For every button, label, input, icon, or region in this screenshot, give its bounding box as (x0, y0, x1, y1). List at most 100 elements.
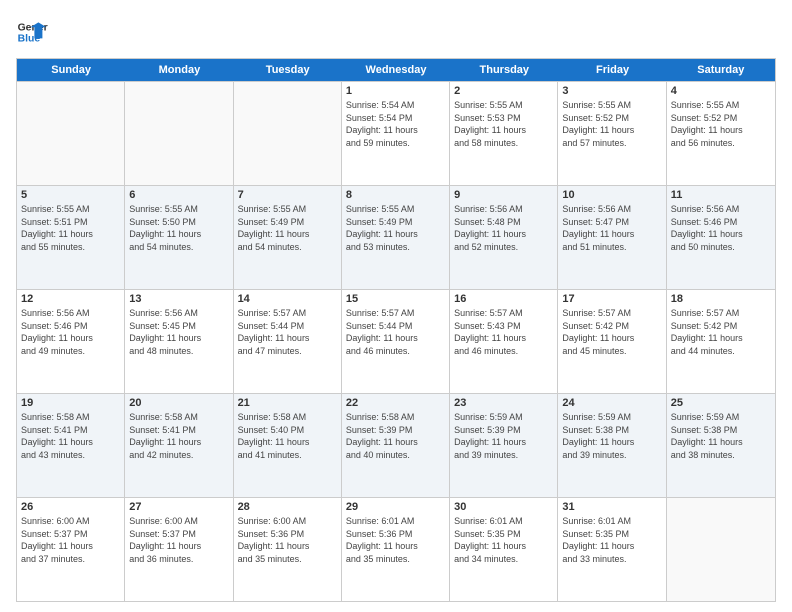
day-number: 7 (238, 189, 337, 201)
day-info: Sunrise: 5:55 AM Sunset: 5:52 PM Dayligh… (562, 99, 661, 149)
calendar-cell: 27Sunrise: 6:00 AM Sunset: 5:37 PM Dayli… (125, 498, 233, 601)
day-info: Sunrise: 5:57 AM Sunset: 5:42 PM Dayligh… (671, 307, 771, 357)
day-number: 1 (346, 85, 445, 97)
day-info: Sunrise: 5:58 AM Sunset: 5:41 PM Dayligh… (129, 411, 228, 461)
weekday-header: Sunday (17, 59, 125, 81)
calendar-row: 26 Sunrise: 6:00 AM Sunset: 5:37 PM Dayli… (17, 497, 775, 601)
calendar-cell: 17 Sunrise: 5:57 AM Sunset: 5:42 PM Dayli… (558, 290, 666, 393)
day-number: 21 (238, 397, 337, 409)
weekday-header: Wednesday (342, 59, 450, 81)
day-info: Sunrise: 5:54 AM Sunset: 5:54 PM Dayligh… (346, 99, 445, 149)
day-number: 30 (454, 501, 553, 513)
calendar-body: 1 Sunrise: 5:54 AM Sunset: 5:54 PM Daylig… (17, 81, 775, 601)
day-info: Sunrise: 5:56 AM Sunset: 5:47 PM Dayligh… (562, 203, 661, 253)
day-info: Sunrise: 5:55 AM Sunset: 5:50 PM Dayligh… (129, 203, 228, 253)
calendar-cell (667, 498, 775, 601)
calendar-cell: 15Sunrise: 5:57 AM Sunset: 5:44 PM Dayli… (342, 290, 450, 393)
day-info: Sunrise: 5:59 AM Sunset: 5:38 PM Dayligh… (671, 411, 771, 461)
day-number: 20 (129, 397, 228, 409)
day-number: 24 (562, 397, 661, 409)
calendar-cell: 13 Sunrise: 5:56 AM Sunset: 5:45 PM Dayli… (125, 290, 233, 393)
calendar-cell: 28Sunrise: 6:00 AM Sunset: 5:36 PM Dayli… (234, 498, 342, 601)
calendar-cell: 5 Sunrise: 5:55 AM Sunset: 5:51 PM Daylig… (17, 186, 125, 289)
calendar-cell (125, 82, 233, 185)
calendar-cell: 30 Sunrise: 6:01 AM Sunset: 5:35 PM Dayli… (450, 498, 558, 601)
day-number: 25 (671, 397, 771, 409)
day-info: Sunrise: 5:58 AM Sunset: 5:39 PM Dayligh… (346, 411, 445, 461)
day-number: 6 (129, 189, 228, 201)
calendar-cell: 8 Sunrise: 5:55 AM Sunset: 5:49 PM Daylig… (342, 186, 450, 289)
day-number: 22 (346, 397, 445, 409)
weekday-header: Saturday (667, 59, 775, 81)
calendar-cell (17, 82, 125, 185)
calendar-cell: 19 Sunrise: 5:58 AM Sunset: 5:41 PM Dayli… (17, 394, 125, 497)
logo: General Blue (16, 16, 48, 48)
day-number: 3 (562, 85, 661, 97)
day-number: 10 (562, 189, 661, 201)
calendar-cell: 23Sunrise: 5:59 AM Sunset: 5:39 PM Dayli… (450, 394, 558, 497)
calendar-row: 5 Sunrise: 5:55 AM Sunset: 5:51 PM Daylig… (17, 185, 775, 289)
logo-icon: General Blue (16, 16, 48, 48)
day-info: Sunrise: 6:00 AM Sunset: 5:36 PM Dayligh… (238, 515, 337, 565)
day-info: Sunrise: 5:56 AM Sunset: 5:46 PM Dayligh… (671, 203, 771, 253)
calendar-cell: 2Sunrise: 5:55 AM Sunset: 5:53 PM Daylig… (450, 82, 558, 185)
weekday-header: Monday (125, 59, 233, 81)
day-info: Sunrise: 5:57 AM Sunset: 5:44 PM Dayligh… (238, 307, 337, 357)
day-info: Sunrise: 5:58 AM Sunset: 5:41 PM Dayligh… (21, 411, 120, 461)
day-info: Sunrise: 6:01 AM Sunset: 5:35 PM Dayligh… (454, 515, 553, 565)
calendar-cell: 9 Sunrise: 5:56 AM Sunset: 5:48 PM Daylig… (450, 186, 558, 289)
day-number: 19 (21, 397, 120, 409)
day-number: 14 (238, 293, 337, 305)
day-info: Sunrise: 5:56 AM Sunset: 5:45 PM Dayligh… (129, 307, 228, 357)
calendar-cell: 22 Sunrise: 5:58 AM Sunset: 5:39 PM Dayli… (342, 394, 450, 497)
calendar-header: SundayMondayTuesdayWednesdayThursdayFrid… (17, 59, 775, 81)
day-number: 26 (21, 501, 120, 513)
calendar-cell: 26 Sunrise: 6:00 AM Sunset: 5:37 PM Dayli… (17, 498, 125, 601)
svg-text:General: General (18, 22, 48, 33)
day-info: Sunrise: 5:55 AM Sunset: 5:51 PM Dayligh… (21, 203, 120, 253)
day-info: Sunrise: 5:57 AM Sunset: 5:42 PM Dayligh… (562, 307, 661, 357)
day-number: 31 (562, 501, 661, 513)
calendar-cell: 3 Sunrise: 5:55 AM Sunset: 5:52 PM Daylig… (558, 82, 666, 185)
calendar-cell: 25 Sunrise: 5:59 AM Sunset: 5:38 PM Dayli… (667, 394, 775, 497)
day-number: 4 (671, 85, 771, 97)
header: General Blue (16, 16, 776, 48)
day-number: 13 (129, 293, 228, 305)
calendar-cell: 6 Sunrise: 5:55 AM Sunset: 5:50 PM Daylig… (125, 186, 233, 289)
calendar-cell: 12 Sunrise: 5:56 AM Sunset: 5:46 PM Dayli… (17, 290, 125, 393)
calendar-cell (234, 82, 342, 185)
calendar-cell: 21 Sunrise: 5:58 AM Sunset: 5:40 PM Dayli… (234, 394, 342, 497)
day-info: Sunrise: 6:01 AM Sunset: 5:35 PM Dayligh… (562, 515, 661, 565)
calendar-cell: 1 Sunrise: 5:54 AM Sunset: 5:54 PM Daylig… (342, 82, 450, 185)
calendar-row: 19 Sunrise: 5:58 AM Sunset: 5:41 PM Dayli… (17, 393, 775, 497)
day-info: Sunrise: 5:59 AM Sunset: 5:38 PM Dayligh… (562, 411, 661, 461)
calendar-cell: 14 Sunrise: 5:57 AM Sunset: 5:44 PM Dayli… (234, 290, 342, 393)
day-number: 18 (671, 293, 771, 305)
day-info: Sunrise: 6:00 AM Sunset: 5:37 PM Dayligh… (21, 515, 120, 565)
day-number: 8 (346, 189, 445, 201)
day-info: Sunrise: 5:55 AM Sunset: 5:49 PM Dayligh… (346, 203, 445, 253)
day-number: 16 (454, 293, 553, 305)
weekday-header: Tuesday (234, 59, 342, 81)
weekday-header: Friday (558, 59, 666, 81)
calendar-cell: 4Sunrise: 5:55 AM Sunset: 5:52 PM Daylig… (667, 82, 775, 185)
page: General Blue SundayMondayTuesdayWednesda… (0, 0, 792, 612)
day-number: 9 (454, 189, 553, 201)
day-number: 15 (346, 293, 445, 305)
calendar: SundayMondayTuesdayWednesdayThursdayFrid… (16, 58, 776, 602)
calendar-cell: 20 Sunrise: 5:58 AM Sunset: 5:41 PM Dayli… (125, 394, 233, 497)
calendar-cell: 7Sunrise: 5:55 AM Sunset: 5:49 PM Daylig… (234, 186, 342, 289)
day-number: 17 (562, 293, 661, 305)
calendar-cell: 31 Sunrise: 6:01 AM Sunset: 5:35 PM Dayli… (558, 498, 666, 601)
day-number: 5 (21, 189, 120, 201)
day-number: 12 (21, 293, 120, 305)
day-number: 2 (454, 85, 553, 97)
day-info: Sunrise: 5:58 AM Sunset: 5:40 PM Dayligh… (238, 411, 337, 461)
day-info: Sunrise: 5:56 AM Sunset: 5:46 PM Dayligh… (21, 307, 120, 357)
day-info: Sunrise: 5:56 AM Sunset: 5:48 PM Dayligh… (454, 203, 553, 253)
calendar-cell: 10 Sunrise: 5:56 AM Sunset: 5:47 PM Dayli… (558, 186, 666, 289)
day-number: 11 (671, 189, 771, 201)
day-number: 23 (454, 397, 553, 409)
calendar-cell: 16Sunrise: 5:57 AM Sunset: 5:43 PM Dayli… (450, 290, 558, 393)
day-info: Sunrise: 6:00 AM Sunset: 5:37 PM Dayligh… (129, 515, 228, 565)
